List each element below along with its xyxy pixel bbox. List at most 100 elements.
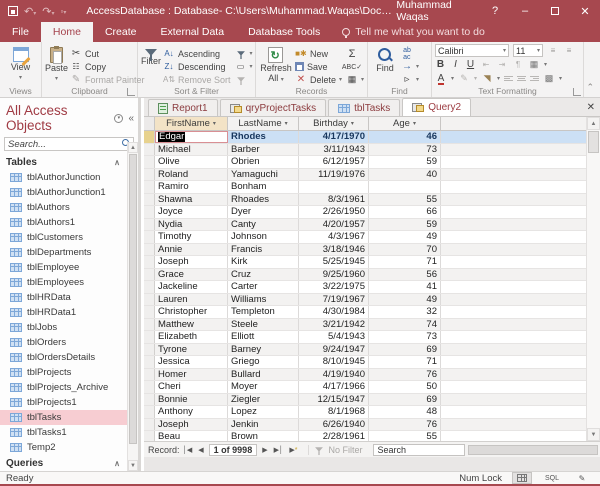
- refresh-all-button[interactable]: RefreshAll ▾: [259, 44, 293, 85]
- datasheet-gridlines-icon[interactable]: ▦: [528, 59, 540, 71]
- row-selector[interactable]: [144, 331, 155, 343]
- cell-Birthday[interactable]: 4/17/1966: [299, 381, 369, 393]
- cell-FirstName[interactable]: Lauren: [155, 294, 228, 306]
- record-search-input[interactable]: Search: [373, 444, 465, 456]
- cell-LastName[interactable]: Bonham: [228, 181, 299, 193]
- cell-Birthday[interactable]: 12/15/1947: [299, 394, 369, 406]
- row-selector[interactable]: [144, 356, 155, 368]
- tab-file[interactable]: File: [0, 22, 41, 42]
- design-view-button[interactable]: ✎: [572, 472, 592, 484]
- cell-LastName[interactable]: Dyer: [228, 206, 299, 218]
- sidebar-item-tblJobs[interactable]: tblJobs: [0, 320, 138, 335]
- cell-Age[interactable]: 32: [369, 306, 441, 318]
- cell-LastName[interactable]: Griego: [228, 356, 299, 368]
- sidebar-item-tblTasks[interactable]: tblTasks: [0, 410, 138, 425]
- format-painter-button[interactable]: ✎Format Painter: [70, 74, 145, 85]
- sidebar-item-tblTasks1[interactable]: tblTasks1: [0, 425, 138, 440]
- select-button[interactable]: ▹▾: [401, 74, 419, 85]
- cell-Birthday[interactable]: 4/17/1970: [299, 131, 369, 143]
- cell-Birthday[interactable]: 8/10/1945: [299, 356, 369, 368]
- cell-LastName[interactable]: Francis: [228, 244, 299, 256]
- cell-FirstName[interactable]: Annie: [155, 244, 228, 256]
- cell-Age[interactable]: 69: [369, 344, 441, 356]
- undo-button[interactable]: ↶▾: [24, 5, 36, 18]
- cell-LastName[interactable]: Carter: [228, 281, 299, 293]
- cell-FirstName[interactable]: Tyrone: [155, 344, 228, 356]
- cell-Birthday[interactable]: 4/30/1984: [299, 306, 369, 318]
- increase-indent-icon[interactable]: ⇥: [496, 59, 508, 71]
- cell-FirstName[interactable]: Jackeline: [155, 281, 228, 293]
- copy-button[interactable]: ☷Copy: [70, 61, 145, 72]
- row-selector[interactable]: [144, 269, 155, 281]
- cell-LastName[interactable]: Cruz: [228, 269, 299, 281]
- cell-LastName[interactable]: Barney: [228, 344, 299, 356]
- cell-Birthday[interactable]: 5/4/1943: [299, 331, 369, 343]
- cut-button[interactable]: ✂Cut: [70, 48, 145, 59]
- decrease-indent-icon[interactable]: ⇤: [480, 59, 492, 71]
- tab-create[interactable]: Create: [93, 22, 149, 42]
- highlight-icon[interactable]: ✎: [458, 73, 470, 85]
- sidebar-item-tblDepartments[interactable]: tblDepartments: [0, 245, 138, 260]
- cell-Birthday[interactable]: 3/22/1975: [299, 281, 369, 293]
- cell-Age[interactable]: 69: [369, 394, 441, 406]
- goto-button[interactable]: →▾: [401, 61, 419, 72]
- background-color-icon[interactable]: ◥: [481, 73, 493, 85]
- column-header-Age[interactable]: Age▾: [369, 117, 441, 130]
- cell-Age[interactable]: 66: [369, 206, 441, 218]
- scroll-up-icon[interactable]: ▲: [128, 142, 138, 153]
- grid-scroll-down-icon[interactable]: ▼: [587, 428, 600, 441]
- sidebar-item-tblAuthors[interactable]: tblAuthors: [0, 200, 138, 215]
- row-selector[interactable]: [144, 306, 155, 318]
- cell-Birthday[interactable]: 5/25/1945: [299, 256, 369, 268]
- cell-FirstName[interactable]: Joseph: [155, 256, 228, 268]
- nav-pane-scrollbar[interactable]: ▲ ▼: [127, 142, 138, 471]
- cell-FirstName[interactable]: Timothy: [155, 231, 228, 243]
- font-size-combo[interactable]: 11▾: [513, 44, 543, 57]
- cell-Age[interactable]: 55: [369, 194, 441, 206]
- tab-database-tools[interactable]: Database Tools: [236, 22, 332, 42]
- cell-Age[interactable]: 49: [369, 231, 441, 243]
- close-document-icon[interactable]: ✕: [587, 102, 595, 113]
- cell-FirstName[interactable]: Grace: [155, 269, 228, 281]
- column-filter-icon[interactable]: ▾: [351, 120, 354, 127]
- scrollbar-thumb[interactable]: [129, 154, 137, 444]
- cell-FirstName[interactable]: Bonnie: [155, 394, 228, 406]
- cell-LastName[interactable]: Lopez: [228, 406, 299, 418]
- next-record-button[interactable]: ▶: [259, 446, 270, 454]
- cell-Age[interactable]: 74: [369, 319, 441, 331]
- close-button[interactable]: ✕: [570, 0, 600, 22]
- text-formatting-dialog-launcher[interactable]: [573, 88, 581, 96]
- doc-tab-qryProjectTasks[interactable]: qryProjectTasks: [220, 99, 327, 116]
- cell-Birthday[interactable]: 3/18/1946: [299, 244, 369, 256]
- tell-me-box[interactable]: Tell me what you want to do: [332, 22, 495, 42]
- cell-LastName[interactable]: Obrien: [228, 156, 299, 168]
- doc-tab-Report1[interactable]: Report1: [148, 99, 218, 116]
- cell-Age[interactable]: 59: [369, 156, 441, 168]
- sidebar-item-tblProjects[interactable]: tblProjects: [0, 365, 138, 380]
- cell-Age[interactable]: 76: [369, 419, 441, 431]
- cell-Age[interactable]: 49: [369, 294, 441, 306]
- cell-Birthday[interactable]: 2/26/1950: [299, 206, 369, 218]
- filter-button[interactable]: Filter: [141, 44, 161, 85]
- cell-Age[interactable]: 46: [369, 131, 441, 143]
- clipboard-dialog-launcher[interactable]: [127, 88, 135, 96]
- underline-button[interactable]: U: [465, 59, 476, 70]
- maximize-button[interactable]: [540, 0, 570, 22]
- cell-Birthday[interactable]: 7/19/1967: [299, 294, 369, 306]
- cell-LastName[interactable]: Ziegler: [228, 394, 299, 406]
- nav-search-box[interactable]: Search...: [4, 137, 134, 151]
- tab-home[interactable]: Home: [41, 22, 93, 42]
- sidebar-item-tblHRData1[interactable]: tblHRData1: [0, 305, 138, 320]
- cell-FirstName[interactable]: Shawna: [155, 194, 228, 206]
- cell-Birthday[interactable]: 9/25/1960: [299, 269, 369, 281]
- row-selector[interactable]: [144, 144, 155, 156]
- totals-button[interactable]: Σ: [346, 48, 364, 59]
- grid-scrollbar-thumb[interactable]: [588, 131, 599, 153]
- sidebar-item-tblProjects1[interactable]: tblProjects1: [0, 395, 138, 410]
- cell-Birthday[interactable]: 4/20/1957: [299, 219, 369, 231]
- cell-Age[interactable]: 73: [369, 331, 441, 343]
- help-button[interactable]: ?: [480, 0, 510, 22]
- sql-view-button[interactable]: SQL: [542, 472, 562, 484]
- new-record-button[interactable]: ■✱New: [295, 48, 342, 59]
- sidebar-item-tblEmployee[interactable]: tblEmployee: [0, 260, 138, 275]
